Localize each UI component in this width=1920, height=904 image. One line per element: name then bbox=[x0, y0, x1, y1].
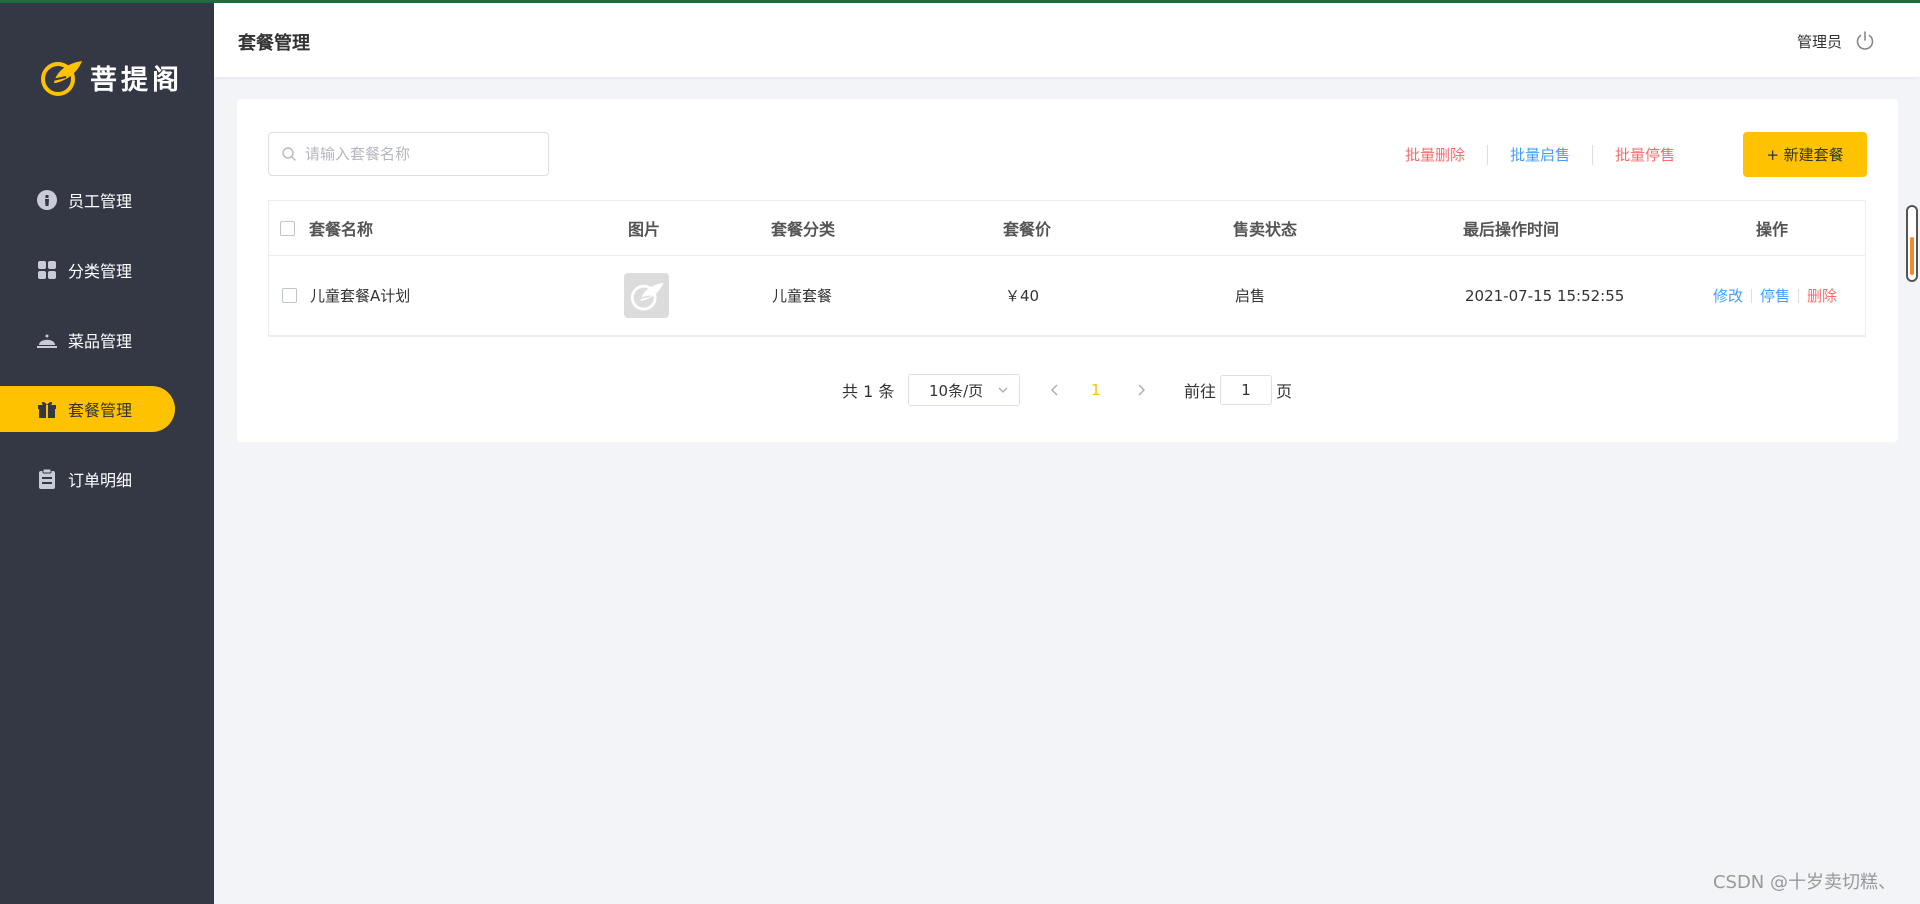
sidebar-item-setmeals[interactable]: 套餐管理 bbox=[0, 386, 175, 432]
user-name[interactable]: 管理员 bbox=[1797, 31, 1842, 52]
pagination: 共 1 条 10条/页 1 前往 页 bbox=[237, 374, 1898, 406]
brand-logo: 菩提阁 bbox=[40, 55, 183, 99]
column-header: 售卖状态 bbox=[1233, 220, 1298, 239]
page-size-select[interactable]: 10条/页 bbox=[908, 374, 1020, 406]
top-accent-line bbox=[0, 0, 1920, 3]
setmeal-category: 儿童套餐 bbox=[772, 287, 833, 305]
clipboard-icon bbox=[36, 468, 58, 490]
search-input[interactable] bbox=[305, 145, 535, 163]
sidebar: 菩提阁 员工管理 分类管理 菜品管理 套餐管理 订单明细 bbox=[0, 3, 214, 904]
column-header: 套餐价 bbox=[1003, 220, 1052, 239]
sidebar-item-employees[interactable]: 员工管理 bbox=[0, 177, 175, 223]
updated-time: 2021-07-15 15:52:55 bbox=[1465, 286, 1625, 305]
setmeal-image bbox=[624, 273, 669, 318]
scrollbar[interactable] bbox=[1906, 205, 1918, 282]
brand-name: 菩提阁 bbox=[90, 64, 183, 96]
next-page-icon[interactable] bbox=[1133, 382, 1149, 398]
sidebar-item-orders[interactable]: 订单明细 bbox=[0, 456, 175, 502]
power-icon[interactable] bbox=[1854, 30, 1876, 52]
row-checkbox[interactable] bbox=[282, 288, 297, 303]
sidebar-item-label: 员工管理 bbox=[68, 192, 133, 211]
batch-enable-button[interactable]: 批量启售 bbox=[1488, 144, 1592, 165]
dish-icon bbox=[36, 329, 58, 351]
goto-label: 前往 bbox=[1184, 382, 1217, 401]
disable-button[interactable]: 停售 bbox=[1760, 285, 1790, 306]
column-header: 图片 bbox=[628, 220, 661, 239]
header: 套餐管理 管理员 bbox=[214, 3, 1920, 77]
logo-icon bbox=[41, 61, 82, 96]
category-icon bbox=[36, 259, 58, 281]
sidebar-item-label: 菜品管理 bbox=[68, 332, 133, 351]
setmeal-name: 儿童套餐A计划 bbox=[310, 287, 411, 305]
toolbar: 批量删除 批量启售 批量停售 + 新建套餐 bbox=[1383, 132, 1867, 177]
divider bbox=[1798, 288, 1800, 303]
goto-page-input[interactable] bbox=[1220, 375, 1272, 405]
table-row: 儿童套餐A计划 儿童套餐 ￥40 启售 2021-07-15 15:52:55 … bbox=[269, 256, 1865, 336]
pagination-total: 共 1 条 bbox=[842, 382, 895, 401]
sidebar-item-label: 订单明细 bbox=[68, 471, 133, 490]
search-box[interactable] bbox=[268, 132, 549, 176]
divider bbox=[1751, 288, 1753, 303]
column-header: 套餐名称 bbox=[309, 220, 374, 239]
new-setmeal-button[interactable]: + 新建套餐 bbox=[1743, 132, 1867, 177]
employee-icon bbox=[36, 189, 58, 211]
sidebar-item-label: 套餐管理 bbox=[68, 401, 133, 420]
delete-button[interactable]: 删除 bbox=[1807, 285, 1837, 306]
edit-button[interactable]: 修改 bbox=[1713, 285, 1743, 306]
sidebar-item-dishes[interactable]: 菜品管理 bbox=[0, 317, 175, 363]
prev-page-icon[interactable] bbox=[1047, 382, 1063, 398]
column-header: 操作 bbox=[1756, 220, 1789, 239]
scrollbar-thumb[interactable] bbox=[1910, 237, 1914, 275]
batch-disable-button[interactable]: 批量停售 bbox=[1593, 144, 1697, 165]
page-size-value: 10条/页 bbox=[929, 381, 984, 400]
setmeal-table: 套餐名称 图片 套餐分类 套餐价 售卖状态 最后操作时间 操作 儿童套餐A计划 … bbox=[268, 200, 1866, 337]
watermark: CSDN @十岁卖切糕、 bbox=[1712, 872, 1896, 893]
search-icon bbox=[282, 147, 296, 161]
placeholder-logo-icon bbox=[630, 282, 663, 311]
row-actions: 修改 停售 删除 bbox=[1713, 256, 1837, 335]
batch-delete-button[interactable]: 批量删除 bbox=[1383, 144, 1487, 165]
sidebar-item-categories[interactable]: 分类管理 bbox=[0, 247, 175, 293]
setmeal-price: ￥40 bbox=[1005, 287, 1040, 305]
page-number-current[interactable]: 1 bbox=[1091, 381, 1101, 399]
table-header: 套餐名称 图片 套餐分类 套餐价 售卖状态 最后操作时间 操作 bbox=[269, 201, 1865, 256]
content-card: 批量删除 批量启售 批量停售 + 新建套餐 套餐名称 图片 套餐分类 套餐价 售… bbox=[237, 99, 1898, 442]
sidebar-item-label: 分类管理 bbox=[68, 262, 133, 281]
chevron-down-icon bbox=[998, 387, 1008, 393]
column-header: 最后操作时间 bbox=[1463, 220, 1560, 239]
column-header: 套餐分类 bbox=[771, 220, 836, 239]
gift-icon bbox=[36, 398, 58, 420]
select-all-checkbox[interactable] bbox=[280, 220, 295, 236]
page-suffix: 页 bbox=[1276, 382, 1293, 401]
page-title: 套餐管理 bbox=[238, 33, 310, 54]
status-badge: 启售 bbox=[1235, 287, 1266, 305]
